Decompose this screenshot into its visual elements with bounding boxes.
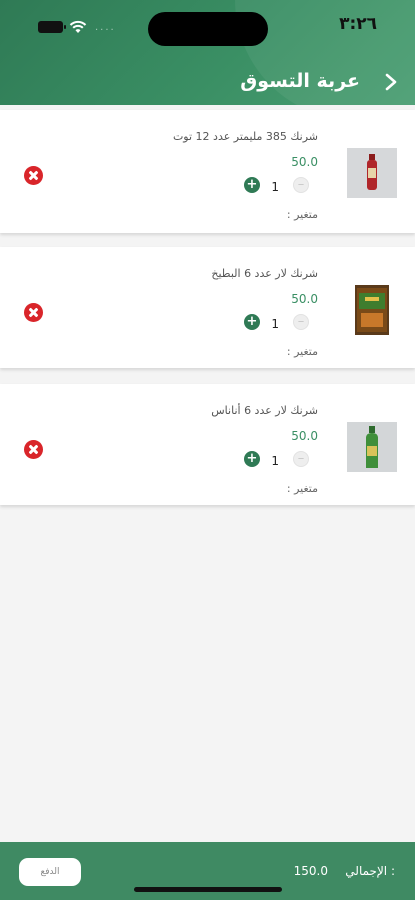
plus-icon[interactable]: + [244,177,260,193]
product-price: 50.0 [291,429,318,443]
status-time: ٣:٢٦ [339,14,377,34]
wifi-icon [69,20,87,33]
variant-label: متغير : [286,482,318,495]
plus-icon[interactable]: + [244,451,260,467]
cart-item: شرنك لار عدد 6 البطيخ 50.0 + 1 – متغير : [0,247,415,368]
product-price: 50.0 [291,292,318,306]
variant-label: متغير : [286,208,318,221]
cart-item: شرنك لار عدد 6 أناناس 50.0 + 1 – متغير : [0,384,415,505]
status-icons: .... [38,20,116,34]
chevron-right-icon[interactable] [381,72,401,92]
signal-dots: .... [95,21,116,33]
product-name: شرنك لار عدد 6 أناناس [211,404,318,417]
remove-item-icon[interactable] [24,440,43,459]
variant-label: متغير : [286,345,318,358]
quantity-value: 1 [271,180,279,194]
product-image[interactable] [355,285,389,335]
minus-icon[interactable]: – [293,451,309,467]
product-name: شرنك 385 مليمتر عدد 12 توت [172,130,318,143]
total-label: الإجمالي : [345,864,395,878]
cart-item: شرنك 385 مليمتر عدد 12 توت 50.0 + 1 – مت… [0,110,415,233]
minus-icon[interactable]: – [293,177,309,193]
pay-button[interactable]: الدفع [19,858,81,886]
app-header: .... ٣:٢٦ عربة التسوق [0,0,415,105]
battery-icon [38,21,66,33]
minus-icon[interactable]: – [293,314,309,330]
quantity-value: 1 [271,317,279,331]
total-value: 150.0 [293,864,328,878]
product-image[interactable] [347,148,397,198]
plus-icon[interactable]: + [244,314,260,330]
remove-item-icon[interactable] [24,303,43,322]
home-indicator[interactable] [134,887,282,892]
product-price: 50.0 [291,155,318,169]
quantity-value: 1 [271,454,279,468]
product-name: شرنك لار عدد 6 البطيخ [211,267,318,280]
camera-notch [148,12,268,46]
remove-item-icon[interactable] [24,166,43,185]
product-image[interactable] [347,422,397,472]
page-title: عربة التسوق [240,70,360,92]
